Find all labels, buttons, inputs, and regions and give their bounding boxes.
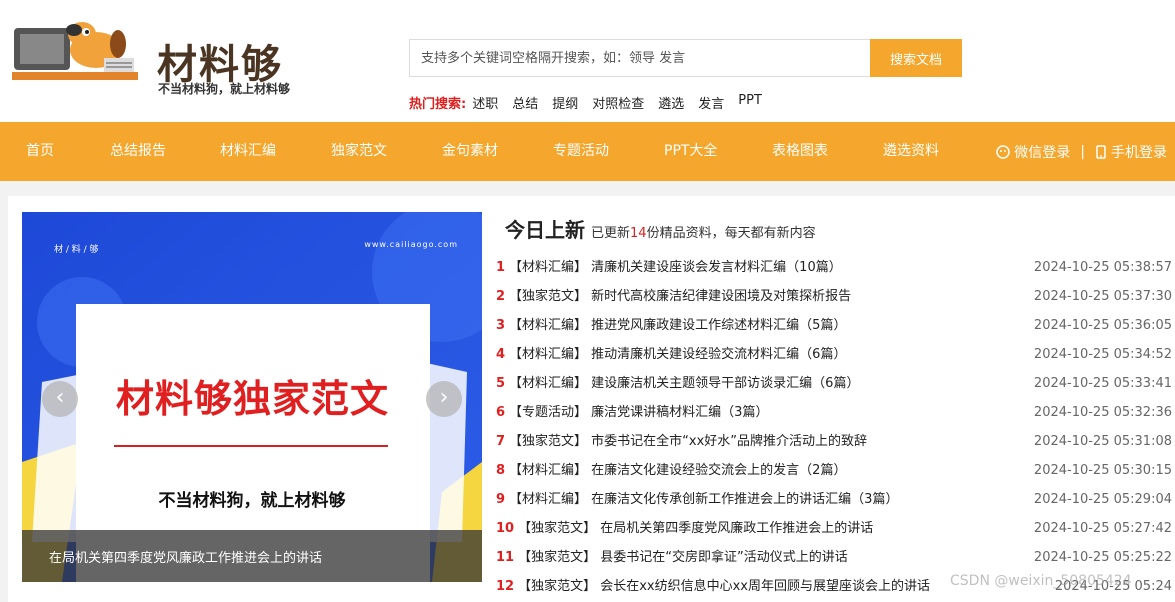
nav-item-ppt[interactable]: PPT大全 xyxy=(664,122,717,181)
search-box xyxy=(409,39,871,77)
login-separator: | xyxy=(1080,143,1085,160)
logo-slogan: 不当材料狗，就上材料够 xyxy=(158,82,291,96)
hot-search-link[interactable]: PPT xyxy=(738,93,762,112)
item-date: 2024-10-25 05:27:42 xyxy=(1033,521,1172,536)
news-subtitle: 已更新14份精品资料，每天都有新内容 xyxy=(591,222,816,241)
site-logo[interactable]: 材料够 不当材料狗，就上材料够 xyxy=(12,14,302,96)
banner-sub-headline: 不当材料狗，就上材料够 xyxy=(158,491,346,511)
hot-search-link[interactable]: 述职 xyxy=(472,93,498,112)
search-input[interactable] xyxy=(410,40,871,76)
banner-url: www.cailiaogo.com xyxy=(364,240,458,249)
item-date: 2024-10-25 05:37:30 xyxy=(1033,289,1172,304)
item-number: 5 xyxy=(496,376,506,391)
list-item[interactable]: 2 【独家范文】 新时代高校廉洁纪律建设困境及对策探析报告 2024-10-25 0… xyxy=(496,282,1172,311)
item-date: 2024-10-25 05:31:08 xyxy=(1033,434,1172,449)
hot-search-link[interactable]: 对照检查 xyxy=(592,93,644,112)
news-list: 1 【材料汇编】 清廉机关建设座谈会发言材料汇编（10篇） 2024-10-25 0… xyxy=(496,253,1172,601)
list-item[interactable]: 8 【材料汇编】 在廉洁文化建设经验交流会上的发言（2篇） 2024-10-25 0… xyxy=(496,456,1172,485)
nav-item-exclusive[interactable]: 独家范文 xyxy=(331,122,387,181)
nav-item-topics[interactable]: 专题活动 xyxy=(553,122,609,181)
nav-item-quotes[interactable]: 金句素材 xyxy=(442,122,498,181)
item-title[interactable]: 【独家范文】 县委书记在“交房即拿证”活动仪式上的讲话 xyxy=(518,550,848,565)
login-area: 微信登录 | 手机登录 xyxy=(996,122,1167,181)
nav-item-charts[interactable]: 表格图表 xyxy=(772,122,828,181)
nav-item-summary[interactable]: 总结报告 xyxy=(110,122,166,181)
item-number: 10 xyxy=(496,521,515,536)
nav-item-home[interactable]: 首页 xyxy=(26,122,54,181)
item-number: 11 xyxy=(496,550,515,565)
banner-brand: 材 / 料 / 够 xyxy=(54,245,99,255)
news-header: 今日上新 已更新14份精品资料，每天都有新内容 xyxy=(505,214,816,243)
item-date: 2024-10-25 05:34:52 xyxy=(1033,347,1172,362)
item-date: 2024-10-25 05:30:15 xyxy=(1033,463,1172,478)
phone-icon xyxy=(1096,144,1106,159)
banner-caption[interactable]: 在局机关第四季度党风廉政工作推进会上的讲话 xyxy=(49,547,322,566)
item-number: 6 xyxy=(496,405,506,420)
list-item[interactable]: 1 【材料汇编】 清廉机关建设座谈会发言材料汇编（10篇） 2024-10-25 0… xyxy=(496,253,1172,282)
csdn-watermark: CSDN @weixin_50805424 xyxy=(950,573,1132,589)
item-number: 12 xyxy=(496,579,515,594)
item-title[interactable]: 【材料汇编】 建设廉洁机关主题领导干部访谈录汇编（6篇） xyxy=(509,376,859,391)
hot-search-link[interactable]: 提纲 xyxy=(552,93,578,112)
hot-search-link[interactable]: 总结 xyxy=(512,93,538,112)
site-header: 材料够 不当材料狗，就上材料够 搜索文档 热门搜索: 述职 总结 提纲 对照检查… xyxy=(0,0,1175,122)
main-nav: 首页 总结报告 材料汇编 独家范文 金句素材 专题活动 PPT大全 表格图表 遴… xyxy=(0,122,1175,181)
banner-headline: 材料够独家范文 xyxy=(116,376,390,421)
hot-searches-label: 热门搜索: xyxy=(409,97,467,112)
item-title[interactable]: 【独家范文】 在局机关第四季度党风廉政工作推进会上的讲话 xyxy=(518,521,873,536)
wechat-login-link[interactable]: 微信登录 xyxy=(1014,142,1070,162)
banner-next-button[interactable]: › xyxy=(426,381,462,417)
banner-slider[interactable]: 材 / 料 / 够 www.cailiaogo.com 材料够独家范文 不当材料… xyxy=(22,212,482,582)
news-title: 今日上新 xyxy=(505,218,585,242)
list-item[interactable]: 10 【独家范文】 在局机关第四季度党风廉政工作推进会上的讲话 2024-10-25… xyxy=(496,514,1172,543)
item-title[interactable]: 【独家范文】 市委书记在全市“xx好水”品牌推介活动上的致辞 xyxy=(509,434,867,449)
list-item[interactable]: 6 【专题活动】 廉洁党课讲稿材料汇编（3篇） 2024-10-25 05:32:3… xyxy=(496,398,1172,427)
item-title[interactable]: 【材料汇编】 清廉机关建设座谈会发言材料汇编（10篇） xyxy=(509,260,842,275)
item-title[interactable]: 【材料汇编】 推动清廉机关建设经验交流材料汇编（6篇） xyxy=(509,347,846,362)
hot-search-link[interactable]: 遴选 xyxy=(658,93,684,112)
item-date: 2024-10-25 05:36:05 xyxy=(1033,318,1172,333)
item-title[interactable]: 【独家范文】 新时代高校廉洁纪律建设困境及对策探析报告 xyxy=(509,289,851,304)
wechat-icon xyxy=(996,144,1011,159)
list-item[interactable]: 5 【材料汇编】 建设廉洁机关主题领导干部访谈录汇编（6篇） 2024-10-25 … xyxy=(496,369,1172,398)
main-content: 材 / 料 / 够 www.cailiaogo.com 材料够独家范文 不当材料… xyxy=(8,196,1175,602)
hot-searches: 热门搜索: 述职 总结 提纲 对照检查 遴选 发言 PPT xyxy=(409,93,776,112)
item-date: 2024-10-25 05:38:57 xyxy=(1033,260,1172,275)
news-sub-prefix: 已更新 xyxy=(591,226,631,241)
nav-item-selection[interactable]: 遴选资料 xyxy=(883,122,939,181)
banner-prev-button[interactable]: ‹ xyxy=(42,381,78,417)
dog-mascot-icon xyxy=(12,22,138,80)
item-number: 9 xyxy=(496,492,506,507)
item-title[interactable]: 【专题活动】 廉洁党课讲稿材料汇编（3篇） xyxy=(509,405,768,420)
item-number: 3 xyxy=(496,318,506,333)
item-title[interactable]: 【材料汇编】 在廉洁文化传承创新工作推进会上的讲话汇编（3篇） xyxy=(509,492,898,507)
phone-login-link[interactable]: 手机登录 xyxy=(1111,142,1167,162)
item-date: 2024-10-25 05:32:36 xyxy=(1033,405,1172,420)
item-title[interactable]: 【独家范文】 会长在xx纺织信息中心xx周年回顾与展望座谈会上的讲话 xyxy=(518,579,930,594)
item-date: 2024-10-25 05:33:41 xyxy=(1033,376,1172,391)
news-sub-suffix: 份精品资料，每天都有新内容 xyxy=(646,226,816,241)
list-item[interactable]: 7 【独家范文】 市委书记在全市“xx好水”品牌推介活动上的致辞 2024-10-2… xyxy=(496,427,1172,456)
list-item[interactable]: 3 【材料汇编】 推进党风廉政建设工作综述材料汇编（5篇） 2024-10-25 0… xyxy=(496,311,1172,340)
item-number: 7 xyxy=(496,434,506,449)
item-date: 2024-10-25 05:25:22 xyxy=(1033,550,1172,565)
hot-search-link[interactable]: 发言 xyxy=(698,93,724,112)
item-title[interactable]: 【材料汇编】 在廉洁文化建设经验交流会上的发言（2篇） xyxy=(509,463,846,478)
nav-item-compilation[interactable]: 材料汇编 xyxy=(220,122,276,181)
item-number: 8 xyxy=(496,463,506,478)
list-item[interactable]: 9 【材料汇编】 在廉洁文化传承创新工作推进会上的讲话汇编（3篇） 2024-10-… xyxy=(496,485,1172,514)
news-count: 14 xyxy=(630,226,647,241)
search-button[interactable]: 搜索文档 xyxy=(870,39,962,77)
item-date: 2024-10-25 05:29:04 xyxy=(1033,492,1172,507)
item-title[interactable]: 【材料汇编】 推进党风廉政建设工作综述材料汇编（5篇） xyxy=(509,318,846,333)
item-number: 1 xyxy=(496,260,506,275)
list-item[interactable]: 11 【独家范文】 县委书记在“交房即拿证”活动仪式上的讲话 2024-10-25 … xyxy=(496,543,1172,572)
list-item[interactable]: 4 【材料汇编】 推动清廉机关建设经验交流材料汇编（6篇） 2024-10-25 0… xyxy=(496,340,1172,369)
item-number: 2 xyxy=(496,289,506,304)
item-number: 4 xyxy=(496,347,506,362)
